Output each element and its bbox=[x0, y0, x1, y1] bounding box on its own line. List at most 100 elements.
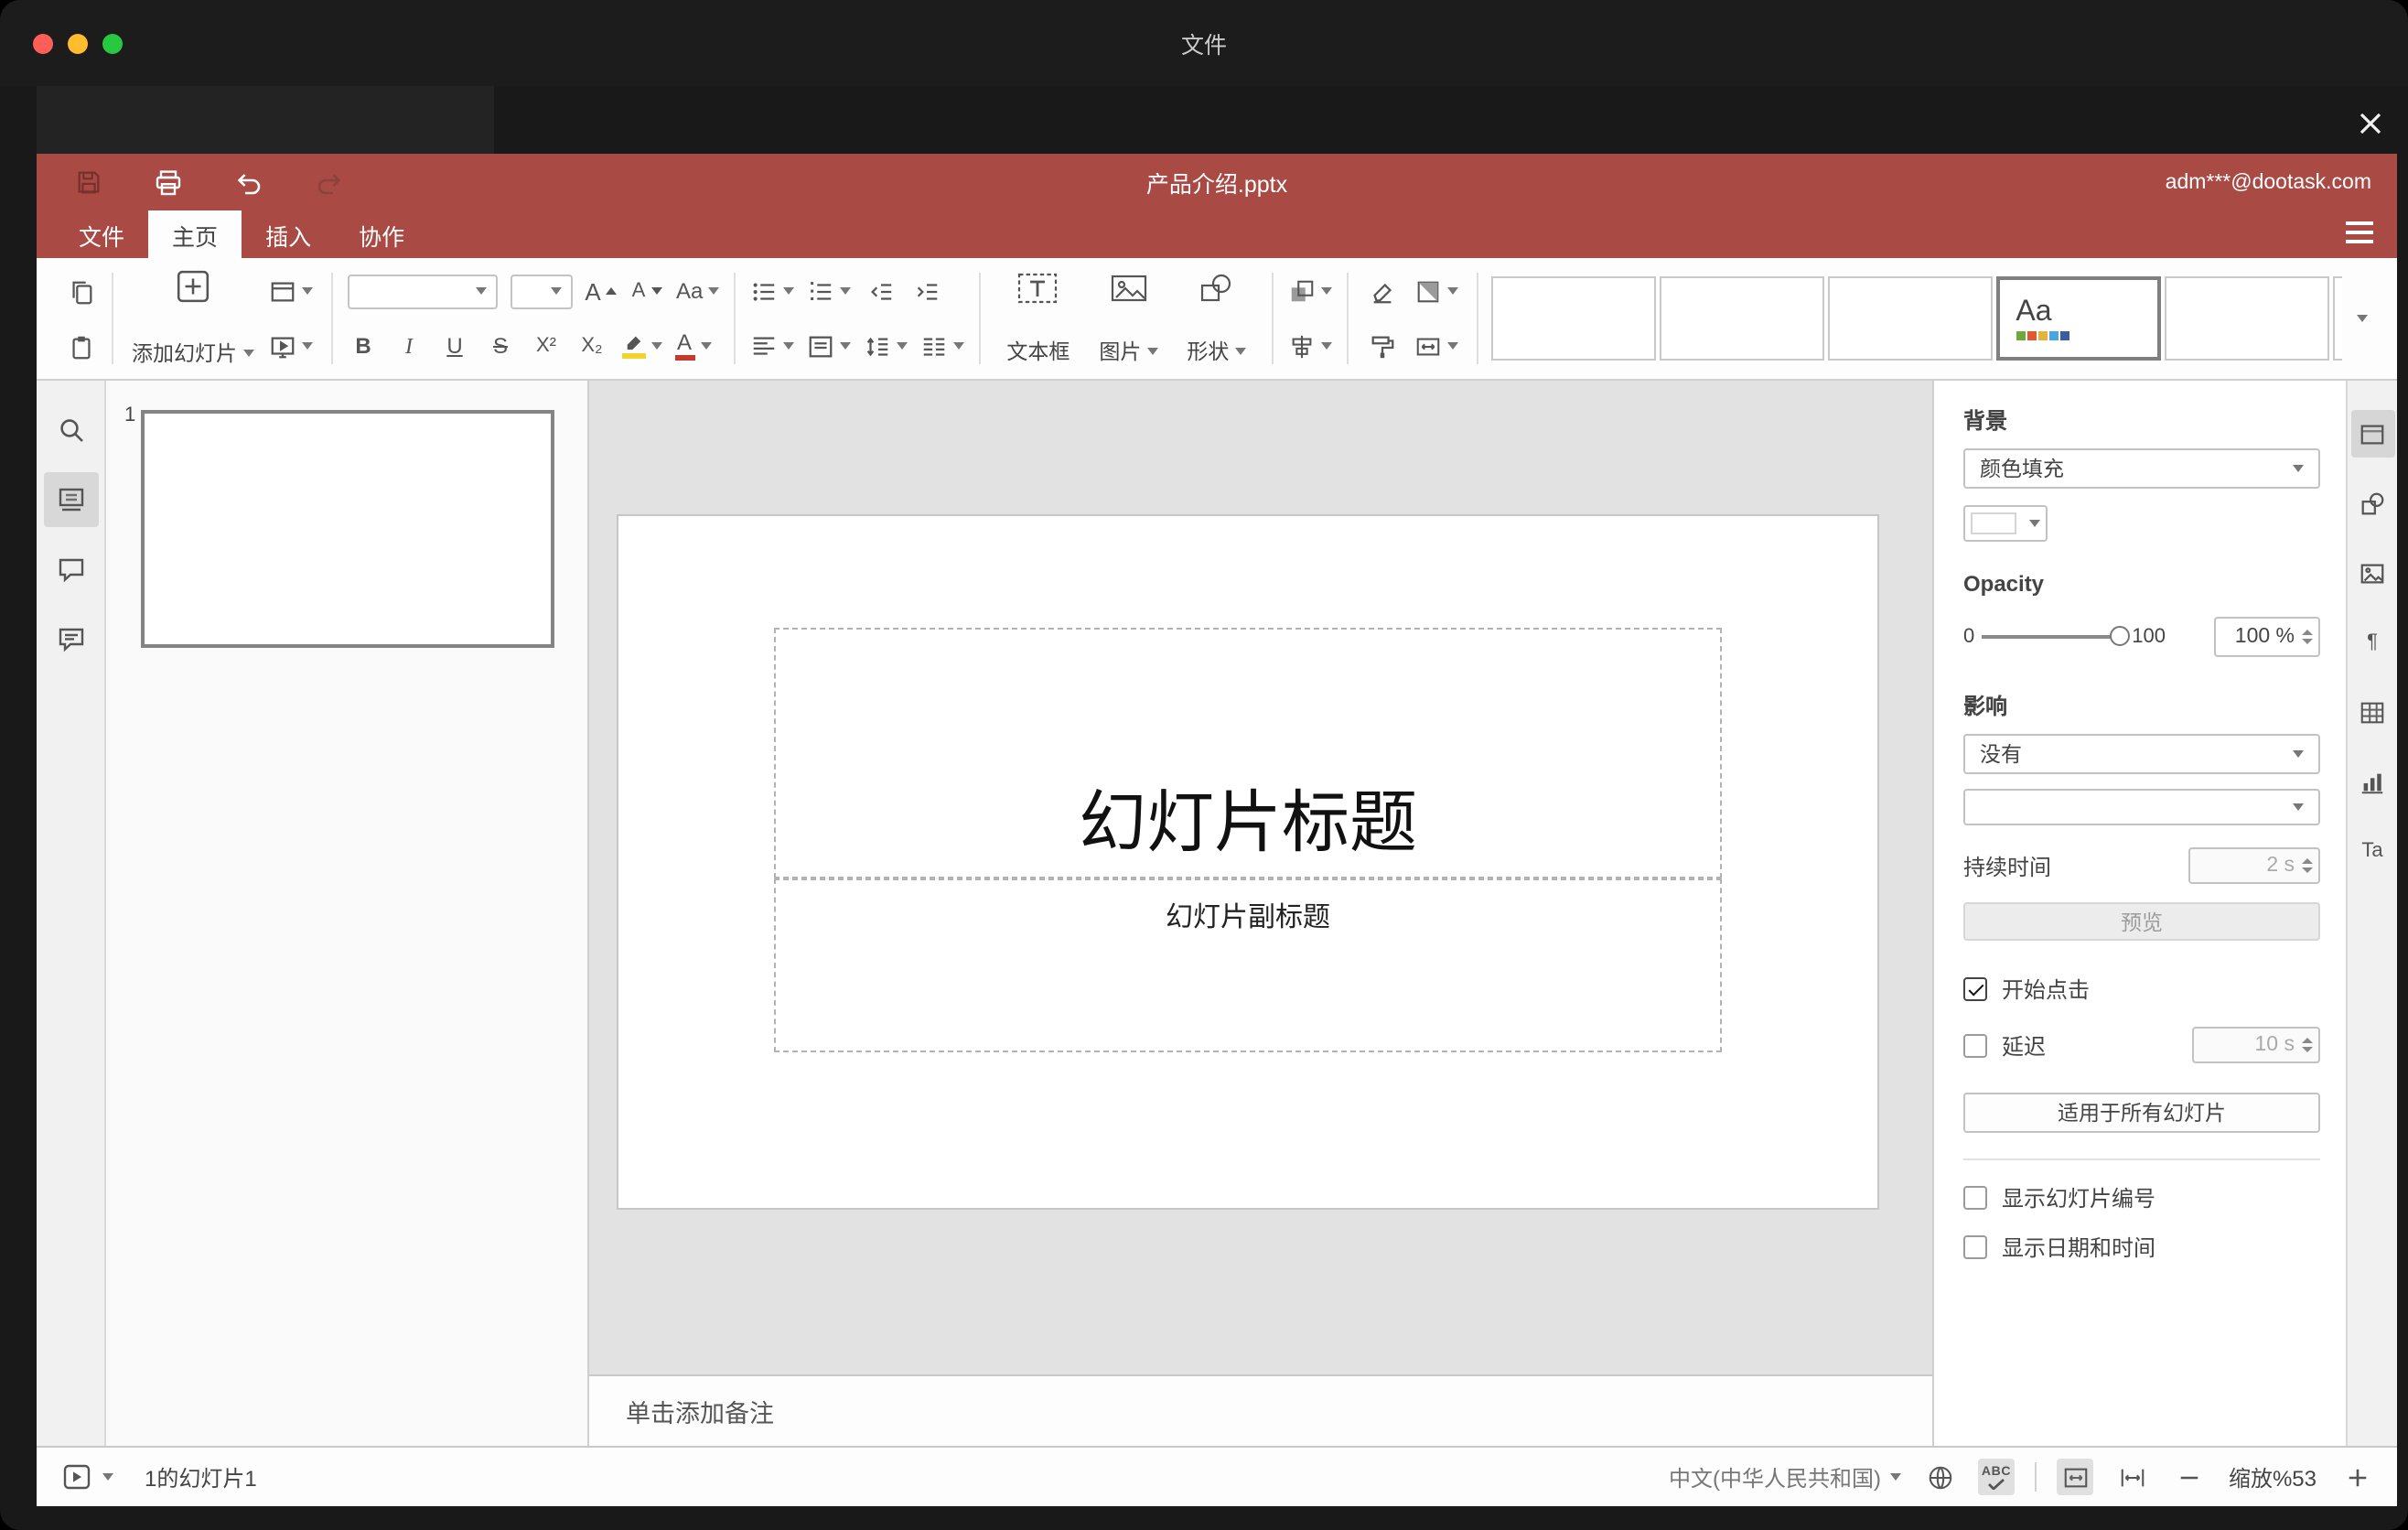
shape-settings-button[interactable] bbox=[2350, 479, 2394, 527]
bold-button[interactable]: B bbox=[347, 328, 380, 364]
search-button[interactable] bbox=[43, 403, 98, 458]
theme-tile[interactable] bbox=[1490, 276, 1656, 361]
start-slideshow-status-button[interactable] bbox=[59, 1459, 95, 1495]
undo-icon[interactable] bbox=[234, 167, 263, 197]
tab-collaboration[interactable]: 协作 bbox=[335, 210, 428, 258]
opacity-spinner[interactable]: 100 % bbox=[2214, 617, 2320, 657]
align-shapes-button[interactable] bbox=[1287, 328, 1332, 364]
zoom-out-button[interactable] bbox=[2170, 1459, 2207, 1495]
apply-all-button[interactable]: 适用于所有幻灯片 bbox=[1963, 1093, 2320, 1133]
insert-group: 文本框 图片 形状 bbox=[983, 264, 1269, 373]
comments-button[interactable] bbox=[43, 542, 98, 597]
delay-checkbox[interactable]: 延迟 10 s bbox=[1963, 1027, 2320, 1063]
increase-indent-button[interactable] bbox=[909, 273, 942, 309]
horizontal-align-button[interactable] bbox=[750, 328, 795, 364]
copy-button[interactable] bbox=[64, 273, 97, 309]
font-color-button[interactable]: A bbox=[674, 328, 711, 364]
style-group bbox=[1349, 264, 1474, 373]
tab-file[interactable]: 文件 bbox=[55, 210, 148, 258]
start-slideshow-button[interactable] bbox=[268, 328, 312, 364]
preview-button[interactable]: 预览 bbox=[1963, 902, 2320, 941]
spellcheck-button[interactable]: ABC bbox=[1978, 1459, 2015, 1495]
insert-shape-button[interactable]: 形状 bbox=[1176, 264, 1256, 373]
font-size-select[interactable] bbox=[510, 274, 572, 308]
chart-settings-button[interactable] bbox=[2350, 758, 2394, 805]
language-select[interactable]: 中文(中华人民共和国) bbox=[1669, 1461, 1901, 1492]
slide-thumbnail[interactable] bbox=[141, 410, 554, 648]
clear-style-button[interactable] bbox=[1366, 273, 1399, 309]
arrange-shapes-button[interactable] bbox=[1287, 273, 1332, 309]
minimize-window-icon[interactable] bbox=[68, 33, 88, 53]
theme-tile[interactable] bbox=[1659, 276, 1824, 361]
add-slide-button[interactable]: 添加幻灯片 bbox=[128, 264, 257, 373]
show-datetime-checkbox[interactable]: 显示日期和时间 bbox=[1963, 1232, 2320, 1263]
table-settings-button[interactable] bbox=[2350, 688, 2394, 736]
vertical-align-button[interactable] bbox=[807, 328, 852, 364]
slides-panel-button[interactable] bbox=[43, 472, 98, 527]
spinner-arrows-icon[interactable] bbox=[2302, 1037, 2313, 1053]
tab-insert[interactable]: 插入 bbox=[242, 210, 335, 258]
effect-option-select[interactable] bbox=[1963, 789, 2320, 825]
subscript-button[interactable]: X₂ bbox=[575, 328, 608, 364]
background-color-select[interactable] bbox=[1963, 505, 2048, 542]
highlight-color-button[interactable] bbox=[621, 328, 661, 364]
copy-style-button[interactable] bbox=[1366, 328, 1399, 364]
document-language-button[interactable] bbox=[1921, 1459, 1958, 1495]
insert-columns-button[interactable] bbox=[920, 328, 965, 364]
effect-select[interactable]: 没有 bbox=[1963, 734, 2320, 774]
close-window-icon[interactable] bbox=[33, 33, 53, 53]
duration-spinner[interactable]: 2 s bbox=[2188, 847, 2320, 884]
font-name-select[interactable] bbox=[347, 274, 497, 308]
insert-textbox-button[interactable]: 文本框 bbox=[995, 264, 1080, 373]
notes-area[interactable]: 单击添加备注 bbox=[589, 1374, 1932, 1446]
background-fill-select[interactable]: 颜色填充 bbox=[1963, 448, 2320, 489]
opacity-slider[interactable] bbox=[1982, 626, 2131, 646]
line-spacing-button[interactable] bbox=[864, 328, 908, 364]
increase-font-size-button[interactable]: A bbox=[585, 273, 618, 309]
spinner-arrows-icon[interactable] bbox=[2302, 857, 2313, 874]
change-layout-button[interactable] bbox=[268, 273, 312, 309]
numbering-button[interactable] bbox=[807, 273, 852, 309]
title-placeholder[interactable]: 幻灯片标题 bbox=[774, 628, 1722, 878]
print-icon[interactable] bbox=[154, 167, 183, 197]
show-slide-number-checkbox[interactable]: 显示幻灯片编号 bbox=[1963, 1182, 2320, 1213]
superscript-button[interactable]: X² bbox=[530, 328, 563, 364]
bullets-button[interactable] bbox=[750, 273, 795, 309]
decrease-font-size-button[interactable]: A bbox=[630, 273, 663, 309]
decrease-indent-button[interactable] bbox=[864, 273, 897, 309]
image-settings-button[interactable] bbox=[2350, 549, 2394, 597]
spinner-arrows-icon[interactable] bbox=[2302, 629, 2313, 645]
underline-button[interactable]: U bbox=[438, 328, 471, 364]
slide[interactable]: 幻灯片标题 幻灯片副标题 bbox=[617, 514, 1879, 1210]
tab-home[interactable]: 主页 bbox=[148, 210, 242, 258]
redo-icon[interactable] bbox=[315, 167, 344, 197]
insert-image-button[interactable]: 图片 bbox=[1088, 264, 1168, 373]
theme-tile[interactable] bbox=[2332, 276, 2342, 361]
paragraph-settings-button[interactable]: ¶ bbox=[2350, 619, 2394, 666]
paste-button[interactable] bbox=[64, 328, 97, 364]
chevron-down-icon bbox=[840, 342, 852, 350]
close-dialog-icon[interactable] bbox=[2355, 108, 2384, 137]
opacity-slider-knob[interactable] bbox=[2110, 626, 2131, 646]
menu-icon[interactable] bbox=[2346, 221, 2373, 243]
feedback-button[interactable] bbox=[43, 611, 98, 666]
save-icon[interactable] bbox=[73, 167, 102, 197]
slide-size-button[interactable] bbox=[1414, 328, 1458, 364]
theme-tile[interactable] bbox=[1827, 276, 1993, 361]
fit-to-width-button[interactable] bbox=[2113, 1459, 2150, 1495]
zoom-in-button[interactable] bbox=[2338, 1459, 2375, 1495]
slide-settings-button[interactable] bbox=[2350, 410, 2394, 458]
theme-tile-selected[interactable]: Aa bbox=[1995, 276, 2161, 361]
color-scheme-button[interactable] bbox=[1414, 273, 1458, 309]
italic-button[interactable]: I bbox=[392, 328, 425, 364]
change-case-button[interactable]: Aa bbox=[676, 273, 720, 309]
fit-to-slide-button[interactable] bbox=[2057, 1459, 2093, 1495]
zoom-window-icon[interactable] bbox=[102, 33, 123, 53]
delay-spinner[interactable]: 10 s bbox=[2192, 1027, 2320, 1063]
strikeout-button[interactable]: S bbox=[484, 328, 517, 364]
textart-settings-button[interactable]: Ta bbox=[2350, 827, 2394, 875]
start-on-click-checkbox[interactable]: 开始点击 bbox=[1963, 974, 2320, 1005]
subtitle-placeholder[interactable]: 幻灯片副标题 bbox=[774, 878, 1722, 1052]
gallery-expand-button[interactable] bbox=[2342, 264, 2382, 373]
theme-tile[interactable] bbox=[2164, 276, 2329, 361]
